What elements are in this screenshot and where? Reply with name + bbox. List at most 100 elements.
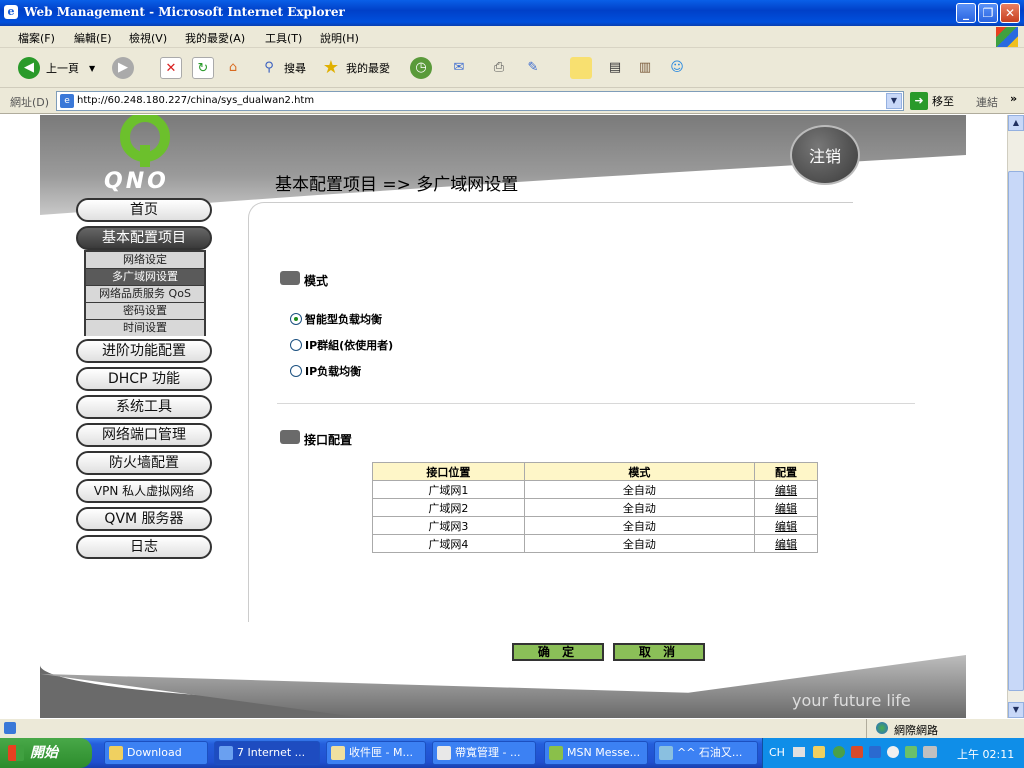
links-label[interactable]: 連結 [976, 94, 998, 110]
nav-log[interactable]: 日志 [76, 535, 212, 559]
mode-option-ip-group[interactable]: IP群組(依使用者) [290, 337, 393, 353]
research-button[interactable]: ▤ [604, 56, 626, 80]
subnav-password[interactable]: 密码设置 [86, 303, 204, 319]
tray-app-icon[interactable] [833, 746, 845, 758]
language-indicator[interactable]: CH [769, 746, 785, 759]
minimize-button[interactable]: _ [956, 3, 976, 23]
edit-button[interactable]: ✎ [522, 56, 544, 80]
scroll-thumb[interactable] [1008, 171, 1024, 691]
divider [277, 403, 915, 404]
network-icon[interactable] [923, 746, 937, 758]
messenger-button[interactable]: ☺ [666, 56, 688, 80]
start-label: 開始 [30, 745, 58, 761]
subnav-qos[interactable]: 网络品质服务 QoS [86, 286, 204, 302]
mail-button[interactable]: ✉ [448, 56, 470, 80]
stop-button[interactable]: ✕ [160, 56, 182, 80]
history-button[interactable]: ◷ [410, 56, 432, 80]
ok-button[interactable]: 确 定 [512, 643, 604, 661]
address-input[interactable]: e http://60.248.180.227/china/sys_dualwa… [56, 91, 904, 111]
menu-help[interactable]: 說明(H) [320, 30, 359, 46]
scroll-up-icon[interactable]: ▲ [1008, 115, 1024, 131]
nav-firewall[interactable]: 防火墙配置 [76, 451, 212, 475]
task-chat[interactable]: ^^ 石油又... [654, 741, 758, 765]
radio-smart-lb[interactable] [290, 313, 302, 325]
task-bandwidth[interactable]: 帶寬管理 - ... [432, 741, 536, 765]
radio-ip-lb[interactable] [290, 365, 302, 377]
radio-ip-group[interactable] [290, 339, 302, 351]
scroll-down-icon[interactable]: ▼ [1008, 702, 1024, 718]
logo-text: QNO [104, 169, 169, 194]
keyboard-icon[interactable] [793, 747, 805, 757]
ie-icon: e [4, 5, 18, 19]
back-button[interactable]: ◀ 上一頁 ▼ [18, 56, 95, 80]
go-button[interactable]: ➜ 移至 [910, 92, 954, 110]
subnav-time[interactable]: 时间设置 [86, 320, 204, 336]
edit-link[interactable]: 编辑 [754, 516, 818, 535]
print-button[interactable]: ⎙ [488, 56, 510, 80]
menu-tools[interactable]: 工具(T) [265, 30, 302, 46]
task-download[interactable]: Download [104, 741, 208, 765]
mode-heading-label: 模式 [304, 274, 329, 288]
task-inbox[interactable]: 收件匣 - M... [326, 741, 426, 765]
cancel-button[interactable]: 取 消 [613, 643, 705, 661]
mode-option-smart-lb[interactable]: 智能型负载均衡 [290, 311, 382, 327]
edit-link[interactable]: 编辑 [754, 498, 818, 517]
close-button[interactable]: ✕ [1000, 3, 1020, 23]
nav-vpn[interactable]: VPN 私人虚拟网络 [76, 479, 212, 503]
zone-label: 網際網路 [894, 724, 938, 737]
menu-edit[interactable]: 編輯(E) [74, 30, 112, 46]
mode-option-ip-lb[interactable]: IP负载均衡 [290, 363, 361, 379]
interfaces-table: 接口位置 模式 配置 广域网1 全自动 编辑 广域网2 全自动 编辑 广域网3 [372, 462, 818, 553]
tray-app-icon[interactable] [869, 746, 881, 758]
pen-icon[interactable] [813, 746, 825, 758]
menu-favorites[interactable]: 我的最愛(A) [185, 30, 245, 46]
mode-heading: 模式 [280, 270, 329, 289]
subnav-network-settings[interactable]: 网络设定 [86, 252, 204, 268]
task-msn[interactable]: MSN Messe... [544, 741, 648, 765]
folder-icon [109, 746, 123, 760]
task-internet-explorer[interactable]: 7 Internet ... [214, 741, 320, 765]
menu-view[interactable]: 檢視(V) [129, 30, 167, 46]
nav-basic-config[interactable]: 基本配置项目 [76, 226, 212, 250]
maximize-button[interactable]: ❐ [978, 3, 998, 23]
subnav: 网络设定 多广域网设置 网络品质服务 QoS 密码设置 时间设置 [84, 250, 206, 336]
table-row: 广域网2 全自动 编辑 [372, 498, 818, 517]
refresh-button[interactable]: ↻ [192, 56, 214, 80]
page-icon: e [60, 94, 74, 108]
forward-button[interactable]: ▶ [112, 56, 134, 80]
nav-home[interactable]: 首页 [76, 198, 212, 222]
subnav-multi-wan[interactable]: 多广域网设置 [86, 269, 204, 285]
mode-option-label: IP负载均衡 [305, 365, 362, 378]
nav-dhcp[interactable]: DHCP 功能 [76, 367, 212, 391]
cell-port: 广域网4 [372, 534, 525, 553]
clock[interactable]: 上午 02:11 [957, 746, 1014, 762]
favorites-button[interactable]: ★ 我的最愛 [320, 56, 390, 80]
table-row: 广域网4 全自动 编辑 [372, 534, 818, 553]
home-button[interactable]: ⌂ [222, 56, 244, 80]
chevron-right-icon[interactable]: » [1010, 92, 1017, 105]
media-button[interactable]: ▥ [634, 56, 656, 80]
refresh-icon: ↻ [192, 57, 214, 79]
nav-advanced[interactable]: 进阶功能配置 [76, 339, 212, 363]
chat-icon [659, 746, 673, 760]
discuss-button[interactable] [570, 56, 592, 80]
vertical-scrollbar[interactable]: ▲ ▼ [1007, 115, 1024, 718]
messenger-icon: ☺ [670, 60, 684, 75]
column-header-port: 接口位置 [372, 462, 525, 481]
edit-link[interactable]: 编辑 [754, 534, 818, 553]
logout-button[interactable]: 注销 [790, 125, 860, 185]
nav-qvm-server[interactable]: QVM 服务器 [76, 507, 212, 531]
edit-link[interactable]: 编辑 [754, 480, 818, 499]
address-dropdown-icon[interactable]: ▼ [886, 93, 902, 109]
nav-system-tools[interactable]: 系统工具 [76, 395, 212, 419]
messenger-icon[interactable] [905, 746, 917, 758]
nav-port-management[interactable]: 网络端口管理 [76, 423, 212, 447]
tray-app-icon[interactable] [851, 746, 863, 758]
windows-flag-icon [8, 745, 24, 761]
toolbar: ◀ 上一頁 ▼ ▶ ✕ ↻ ⌂ ⚲ 搜尋 ★ 我的最愛 ◷ ✉ ⎙ ✎ ▤ ▥ … [0, 48, 1024, 88]
messenger-icon [549, 746, 563, 760]
tray-app-icon[interactable] [887, 746, 899, 758]
start-button[interactable]: 開始 [0, 738, 92, 768]
search-button[interactable]: ⚲ 搜尋 [258, 56, 306, 80]
menu-file[interactable]: 檔案(F) [18, 30, 55, 46]
